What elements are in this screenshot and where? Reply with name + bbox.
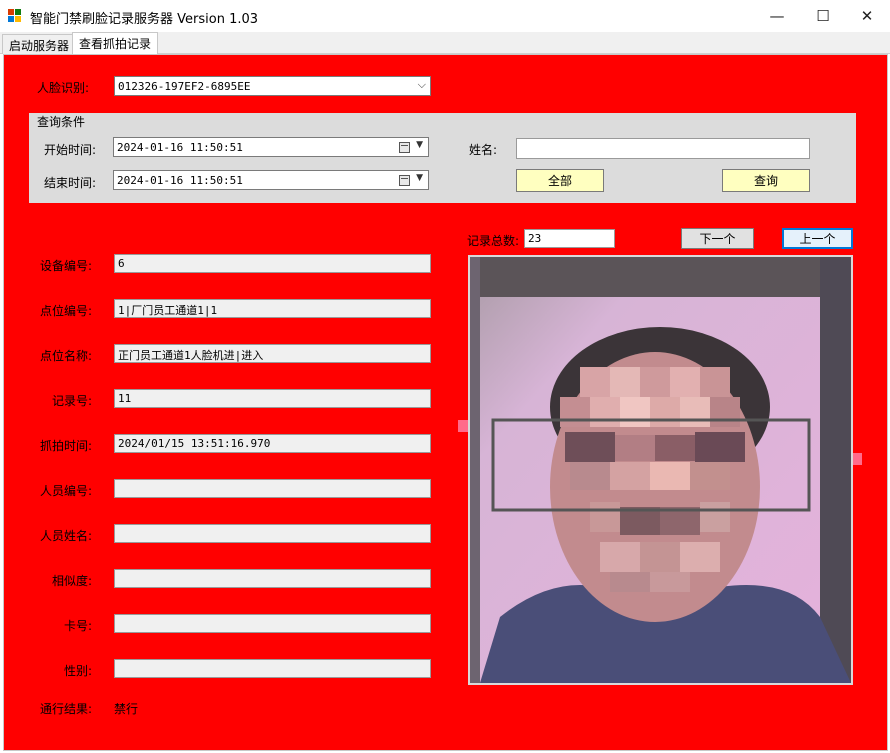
next-button[interactable]: 下一个 — [681, 228, 754, 249]
face-recognition-combo[interactable]: 012326-197EF2-6895EE ⌵ — [114, 76, 431, 96]
tab-start-server[interactable]: 启动服务器 — [2, 34, 77, 54]
query-button[interactable]: 查询 — [722, 169, 810, 192]
end-time-value: 2024-01-16 11:50:51 — [117, 174, 243, 187]
query-group: 查询条件 开始时间: 2024-01-16 11:50:51 ▼ 结束时间: 2… — [29, 113, 856, 203]
window-title: 智能门禁刷脸记录服务器 Version 1.03 — [30, 12, 259, 27]
name-input[interactable] — [516, 138, 810, 159]
record-number-field[interactable]: 11 — [114, 389, 431, 408]
dropdown-arrow-icon[interactable]: ▼ — [416, 140, 423, 150]
point-number-field[interactable]: 1|厂门员工通道1|1 — [114, 299, 431, 318]
dropdown-arrow-icon[interactable]: ▼ — [416, 173, 423, 183]
start-time-picker[interactable]: 2024-01-16 11:50:51 ▼ — [113, 137, 429, 157]
gender-field[interactable] — [114, 659, 431, 678]
close-button[interactable]: ✕ — [844, 0, 890, 32]
chevron-down-icon[interactable]: ⌵ — [418, 78, 426, 92]
card-number-field[interactable] — [114, 614, 431, 633]
point-name-field[interactable]: 正门员工通道1人脸机进|进入 — [114, 344, 431, 363]
similarity-label: 相似度: — [51, 574, 92, 588]
device-number-label: 设备编号: — [39, 259, 92, 273]
person-name-label: 人员姓名: — [39, 529, 92, 543]
all-button[interactable]: 全部 — [516, 169, 604, 192]
name-label: 姓名: — [469, 143, 498, 157]
device-number-field[interactable]: 6 — [114, 254, 431, 273]
gender-label: 性别: — [63, 664, 92, 678]
pass-result-label: 通行结果: — [39, 702, 92, 716]
calendar-icon[interactable] — [399, 175, 410, 186]
card-number-label: 卡号: — [63, 619, 92, 633]
face-recognition-label: 人脸识别: — [37, 81, 90, 95]
person-number-label: 人员编号: — [39, 484, 92, 498]
records-panel: 人脸识别: 012326-197EF2-6895EE ⌵ 查询条件 开始时间: … — [3, 54, 888, 751]
capture-photo — [468, 255, 853, 685]
minimize-button[interactable]: — — [754, 0, 800, 32]
record-total-label: 记录总数: — [467, 234, 520, 248]
query-group-title: 查询条件 — [37, 115, 86, 129]
previous-button[interactable]: 上一个 — [782, 228, 853, 249]
calendar-icon[interactable] — [399, 142, 410, 153]
app-icon — [8, 9, 22, 23]
person-number-field[interactable] — [114, 479, 431, 498]
maximize-button[interactable]: ☐ — [800, 0, 846, 32]
record-total-field[interactable]: 23 — [524, 229, 615, 248]
end-time-label: 结束时间: — [44, 176, 97, 190]
tab-strip: 启动服务器 查看抓拍记录 — [0, 32, 890, 54]
start-time-value: 2024-01-16 11:50:51 — [117, 141, 243, 154]
record-number-label: 记录号: — [51, 394, 92, 408]
point-number-label: 点位编号: — [39, 304, 92, 318]
pass-result-value: 禁行 — [114, 702, 139, 716]
face-image — [470, 257, 851, 683]
capture-time-field[interactable]: 2024/01/15 13:51:16.970 — [114, 434, 431, 453]
capture-time-label: 抓拍时间: — [39, 439, 92, 453]
face-recognition-value: 012326-197EF2-6895EE — [118, 80, 251, 93]
point-name-label: 点位名称: — [39, 349, 92, 363]
tab-view-records[interactable]: 查看抓拍记录 — [72, 32, 159, 54]
person-name-field[interactable] — [114, 524, 431, 543]
start-time-label: 开始时间: — [44, 143, 97, 157]
end-time-picker[interactable]: 2024-01-16 11:50:51 ▼ — [113, 170, 429, 190]
similarity-field[interactable] — [114, 569, 431, 588]
title-bar[interactable]: 智能门禁刷脸记录服务器 Version 1.03 — ☐ ✕ — [0, 0, 890, 32]
